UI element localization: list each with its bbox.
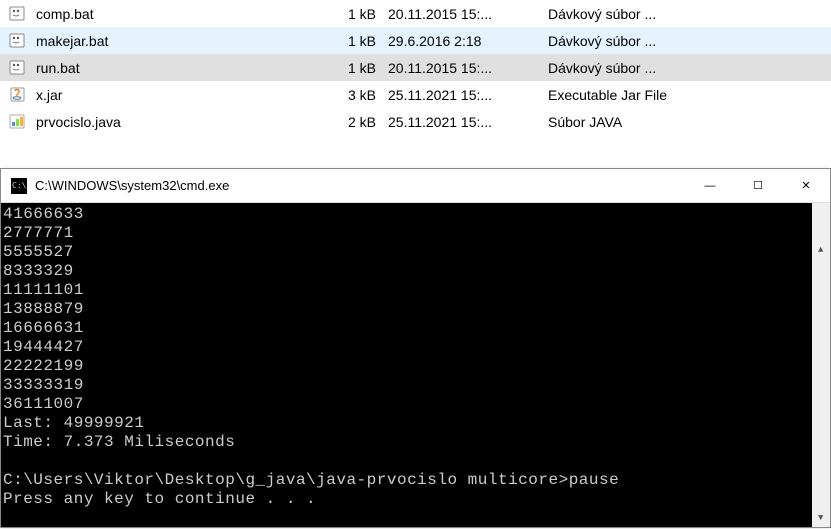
java-icon bbox=[8, 112, 28, 132]
file-size: 2 kB bbox=[328, 114, 388, 130]
file-type: Executable Jar File bbox=[548, 87, 831, 103]
minimize-button[interactable]: — bbox=[686, 169, 734, 202]
cmd-output: 41666633 2777771 5555527 8333329 1111110… bbox=[1, 203, 619, 509]
file-row[interactable]: prvocislo.java 2 kB25.11.2021 15:...Súbor… bbox=[0, 108, 831, 135]
cmd-body[interactable]: 41666633 2777771 5555527 8333329 1111110… bbox=[1, 203, 830, 527]
file-date: 25.11.2021 15:... bbox=[388, 87, 548, 103]
file-name: x.jar bbox=[36, 87, 62, 103]
scroll-up-button[interactable]: ▲ bbox=[812, 241, 830, 259]
file-size: 1 kB bbox=[328, 60, 388, 76]
close-button[interactable]: ✕ bbox=[782, 169, 830, 202]
file-row[interactable]: makejar.bat 1 kB29.6.2016 2:18Dávkový súb… bbox=[0, 27, 831, 54]
maximize-button[interactable]: ☐ bbox=[734, 169, 782, 202]
cmd-window: C:\WINDOWS\system32\cmd.exe — ☐ ✕ 416666… bbox=[0, 168, 831, 528]
file-name: run.bat bbox=[36, 60, 80, 76]
file-row[interactable]: comp.bat 1 kB20.11.2015 15:...Dávkový súb… bbox=[0, 0, 831, 27]
file-name: comp.bat bbox=[36, 6, 94, 22]
file-date: 20.11.2015 15:... bbox=[388, 6, 548, 22]
file-size: 1 kB bbox=[328, 6, 388, 22]
file-type: Súbor JAVA bbox=[548, 114, 831, 130]
file-row[interactable]: x.jar 3 kB25.11.2021 15:...Executable Jar… bbox=[0, 81, 831, 108]
file-size: 3 kB bbox=[328, 87, 388, 103]
file-name: makejar.bat bbox=[36, 33, 108, 49]
file-date: 29.6.2016 2:18 bbox=[388, 33, 548, 49]
bat-icon bbox=[8, 4, 28, 24]
bat-icon bbox=[8, 58, 28, 78]
scroll-down-button[interactable]: ▼ bbox=[812, 509, 830, 527]
file-row[interactable]: run.bat 1 kB20.11.2015 15:...Dávkový súbo… bbox=[0, 54, 831, 81]
file-size: 1 kB bbox=[328, 33, 388, 49]
file-type: Dávkový súbor ... bbox=[548, 6, 831, 22]
jar-icon bbox=[8, 85, 28, 105]
file-name: prvocislo.java bbox=[36, 114, 121, 130]
file-date: 20.11.2015 15:... bbox=[388, 60, 548, 76]
file-date: 25.11.2021 15:... bbox=[388, 114, 548, 130]
scrollbar[interactable]: ▲ ▼ bbox=[812, 203, 830, 527]
file-type: Dávkový súbor ... bbox=[548, 60, 831, 76]
file-type: Dávkový súbor ... bbox=[548, 33, 831, 49]
titlebar[interactable]: C:\WINDOWS\system32\cmd.exe — ☐ ✕ bbox=[1, 169, 830, 203]
file-list: comp.bat1 kB20.11.2015 15:...Dávkový súb… bbox=[0, 0, 831, 135]
window-controls: — ☐ ✕ bbox=[686, 169, 830, 202]
window-title: C:\WINDOWS\system32\cmd.exe bbox=[35, 178, 686, 193]
cmd-icon bbox=[11, 178, 27, 194]
bat-icon bbox=[8, 31, 28, 51]
